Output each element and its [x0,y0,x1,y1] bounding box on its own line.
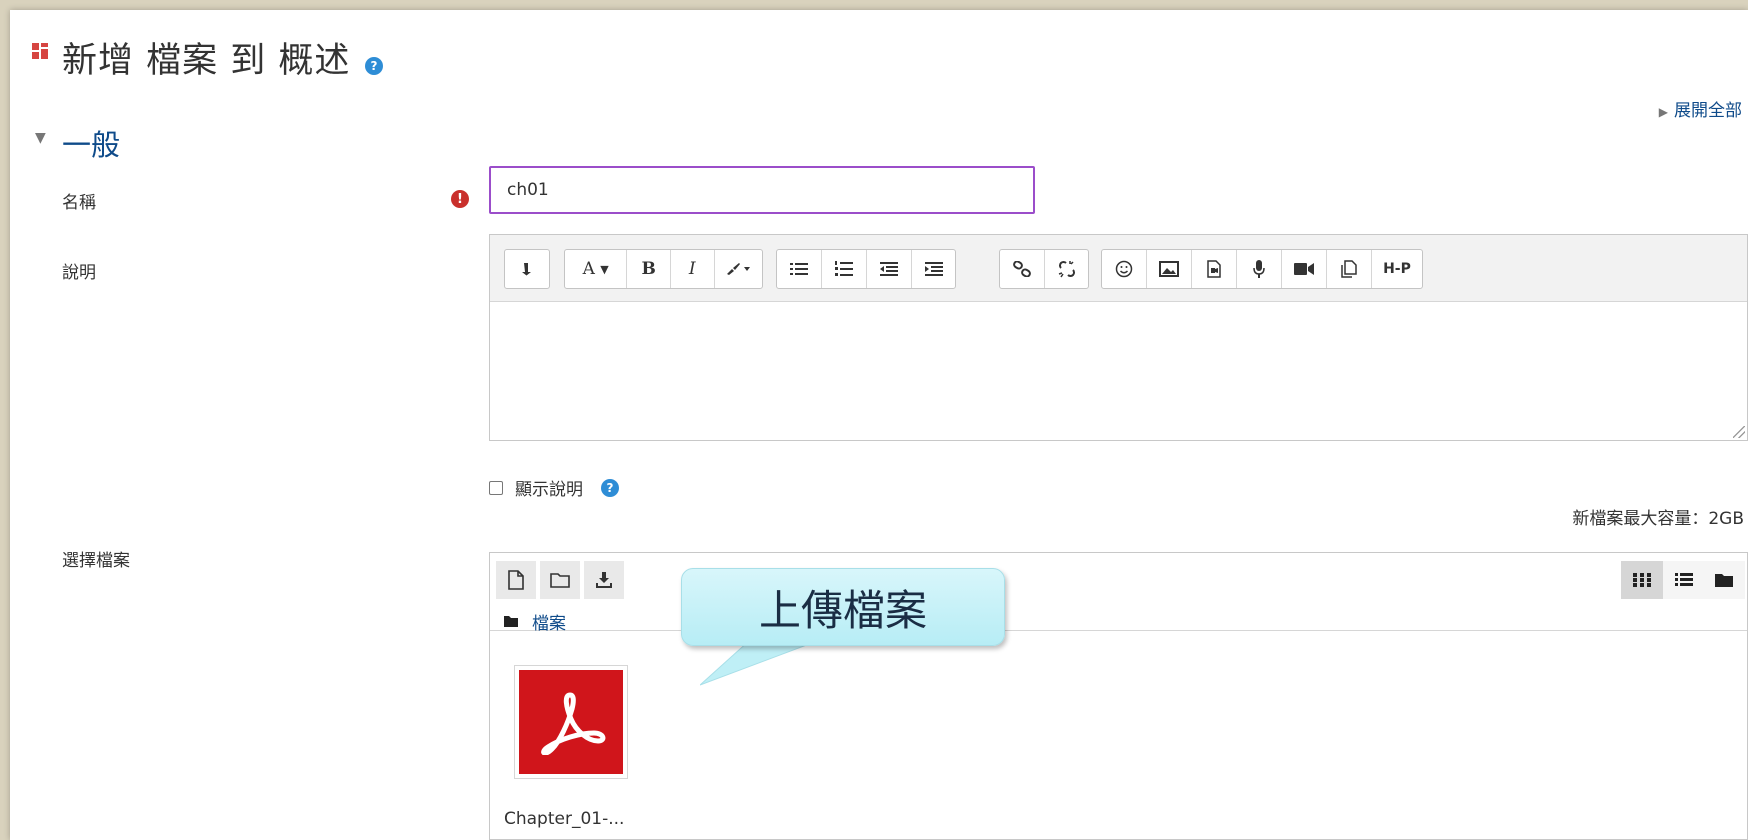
link-icon[interactable] [1000,250,1045,288]
description-editor[interactable]: A ▼ B I H-P [489,234,1748,441]
image-icon[interactable] [1147,250,1192,288]
name-input[interactable] [489,166,1035,214]
outdent-icon[interactable] [867,250,912,288]
manage-files-icon[interactable] [1327,250,1372,288]
ordered-list-icon[interactable] [822,250,867,288]
page-title: 新增 檔案 到 概述 [62,41,351,81]
resize-handle[interactable] [1733,426,1745,438]
media-icon[interactable] [1192,250,1237,288]
editor-content-area[interactable] [490,302,1747,440]
help-icon[interactable]: ? [365,57,383,75]
path-files-link[interactable]: 檔案 [532,609,566,634]
file-manager-toolbar: 檔案 [490,553,1747,634]
folder-icon [504,616,518,627]
toggle-toolbar-icon[interactable] [505,250,549,288]
toolbar-group-toggle [504,249,550,289]
show-description-checkbox[interactable] [489,480,503,495]
file-path: 檔案 [504,609,566,634]
show-description-label[interactable]: 顯示說明 [515,475,583,500]
view-details-icon[interactable] [1663,561,1705,599]
select-files-label: 選擇檔案 [62,551,130,571]
pdf-icon [519,670,623,774]
max-file-size: 新檔案最大容量：2GB [1572,509,1744,529]
download-icon[interactable] [584,561,624,599]
page: 新增 檔案 到 概述 ? ▶展開全部 ▼ 一般 名稱 ! 說明 A ▼ B I [10,10,1748,840]
record-video-icon[interactable] [1282,250,1327,288]
bold-icon[interactable]: B [627,250,671,288]
show-description-row: 顯示說明 ? [489,475,619,500]
add-file-icon[interactable] [496,561,536,599]
upload-callout: 上傳檔案 [681,568,1005,646]
view-tree-icon[interactable] [1703,561,1745,599]
caret-down-icon[interactable]: ▼ [35,130,46,146]
indent-icon[interactable] [912,250,955,288]
create-folder-icon[interactable] [540,561,580,599]
file-name[interactable]: Chapter_01-... [504,809,624,829]
toolbar-group-media: H-P [1101,249,1423,289]
editor-toolbar: A ▼ B I H-P [490,235,1747,302]
toolbar-group-style: A ▼ B I [564,249,763,289]
text-color-icon[interactable] [715,250,763,288]
module-icon [32,43,49,60]
h5p-icon[interactable]: H-P [1372,250,1422,288]
section-title[interactable]: 一般 [62,122,120,164]
file-manager: 檔案 Chapter_01-... [489,552,1748,840]
unlink-icon[interactable] [1045,250,1088,288]
record-audio-icon[interactable] [1237,250,1282,288]
toolbar-group-links [999,249,1089,289]
view-icons-icon[interactable] [1621,561,1663,599]
emoticon-icon[interactable] [1102,250,1147,288]
toolbar-group-lists [776,249,956,289]
callout-tail [700,640,820,686]
required-icon: ! [451,190,469,208]
font-style-icon[interactable]: A ▼ [565,250,628,288]
caret-right-icon: ▶ [1658,105,1668,119]
italic-icon[interactable]: I [671,250,715,288]
expand-all-link[interactable]: ▶ 展開全部 [1659,96,1742,121]
description-label: 說明 [62,263,96,283]
help-icon[interactable]: ? [601,478,619,497]
unordered-list-icon[interactable] [777,250,822,288]
file-thumbnail[interactable] [514,665,628,779]
name-label: 名稱 [62,193,96,213]
